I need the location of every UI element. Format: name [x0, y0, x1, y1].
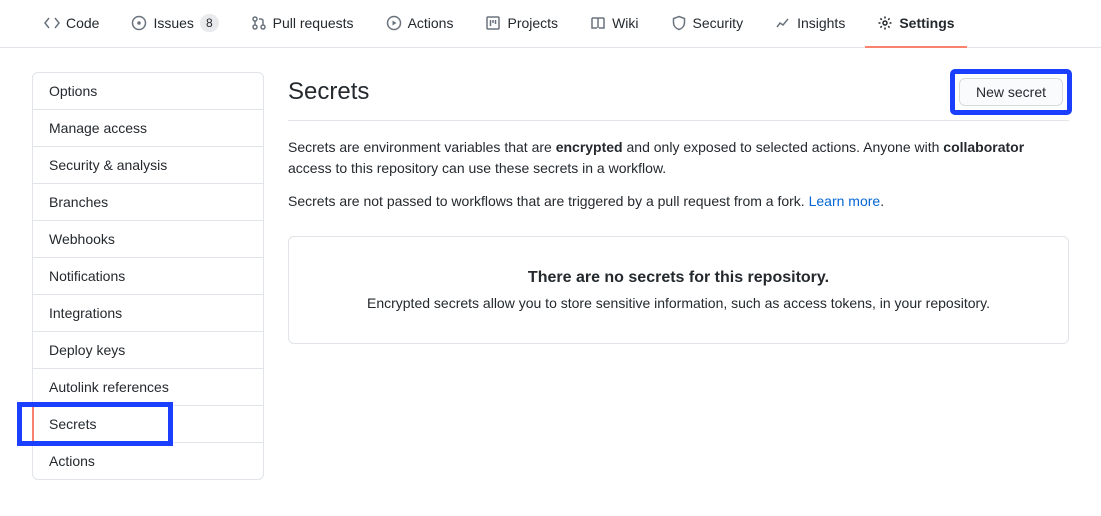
tab-security[interactable]: Security: [659, 0, 756, 48]
sidebar-item-autolink-references[interactable]: Autolink references: [33, 369, 263, 406]
tab-label: Code: [66, 15, 99, 31]
page-subhead: Secrets New secret: [288, 72, 1069, 121]
sidebar-item-security-analysis[interactable]: Security & analysis: [33, 147, 263, 184]
sidebar-item-manage-access[interactable]: Manage access: [33, 110, 263, 147]
sidebar-item-label: Options: [49, 83, 97, 99]
sidebar-item-label: Secrets: [49, 416, 96, 432]
page-title: Secrets: [288, 78, 369, 106]
tab-settings[interactable]: Settings: [865, 0, 966, 48]
blankslate-desc: Encrypted secrets allow you to store sen…: [321, 295, 1036, 311]
sidebar-item-label: Webhooks: [49, 231, 115, 247]
book-icon: [590, 15, 606, 31]
tab-code[interactable]: Code: [32, 0, 111, 48]
sidebar-item-label: Deploy keys: [49, 342, 125, 358]
settings-sidebar: Options Manage access Security & analysi…: [32, 72, 264, 480]
button-label: New secret: [976, 84, 1046, 100]
sidebar-item-actions[interactable]: Actions: [33, 443, 263, 479]
tab-insights[interactable]: Insights: [763, 0, 857, 48]
sidebar-item-label: Notifications: [49, 268, 125, 284]
sidebar-item-label: Integrations: [49, 305, 122, 321]
sidebar-item-label: Actions: [49, 453, 95, 469]
learn-more-link[interactable]: Learn more: [809, 193, 881, 209]
description-1: Secrets are environment variables that a…: [288, 137, 1069, 179]
tab-label: Pull requests: [273, 15, 354, 31]
tab-actions[interactable]: Actions: [374, 0, 466, 48]
tab-label: Projects: [507, 15, 558, 31]
settings-menu: Options Manage access Security & analysi…: [32, 72, 264, 480]
sidebar-item-deploy-keys[interactable]: Deploy keys: [33, 332, 263, 369]
sidebar-item-label: Manage access: [49, 120, 147, 136]
issue-icon: [131, 15, 147, 31]
gear-icon: [877, 15, 893, 31]
sidebar-item-options[interactable]: Options: [33, 73, 263, 110]
tab-label: Wiki: [612, 15, 638, 31]
annotation-highlight: New secret: [953, 72, 1069, 112]
issues-count: 8: [200, 14, 219, 32]
tab-projects[interactable]: Projects: [473, 0, 570, 48]
graph-icon: [775, 15, 791, 31]
new-secret-button[interactable]: New secret: [959, 78, 1063, 106]
tab-label: Security: [693, 15, 744, 31]
sidebar-item-label: Autolink references: [49, 379, 169, 395]
sidebar-item-branches[interactable]: Branches: [33, 184, 263, 221]
settings-main: Secrets New secret Secrets are environme…: [288, 72, 1069, 480]
repo-topnav: Code Issues 8 Pull requests Actions Proj…: [0, 0, 1101, 48]
tab-label: Settings: [899, 15, 954, 31]
sidebar-item-label: Security & analysis: [49, 157, 167, 173]
sidebar-item-webhooks[interactable]: Webhooks: [33, 221, 263, 258]
sidebar-item-integrations[interactable]: Integrations: [33, 295, 263, 332]
sidebar-item-label: Branches: [49, 194, 108, 210]
tab-label: Insights: [797, 15, 845, 31]
blankslate: There are no secrets for this repository…: [288, 236, 1069, 344]
description-2: Secrets are not passed to workflows that…: [288, 191, 1069, 212]
code-icon: [44, 15, 60, 31]
settings-layout: Options Manage access Security & analysi…: [0, 48, 1101, 504]
tab-wiki[interactable]: Wiki: [578, 0, 650, 48]
project-icon: [485, 15, 501, 31]
blankslate-title: There are no secrets for this repository…: [321, 269, 1036, 287]
shield-icon: [671, 15, 687, 31]
sidebar-item-secrets[interactable]: Secrets: [33, 406, 263, 443]
tab-label: Actions: [408, 15, 454, 31]
tab-pull-requests[interactable]: Pull requests: [239, 0, 366, 48]
tab-label: Issues: [153, 15, 193, 31]
sidebar-item-notifications[interactable]: Notifications: [33, 258, 263, 295]
play-icon: [386, 15, 402, 31]
pull-request-icon: [251, 15, 267, 31]
tab-issues[interactable]: Issues 8: [119, 0, 230, 48]
